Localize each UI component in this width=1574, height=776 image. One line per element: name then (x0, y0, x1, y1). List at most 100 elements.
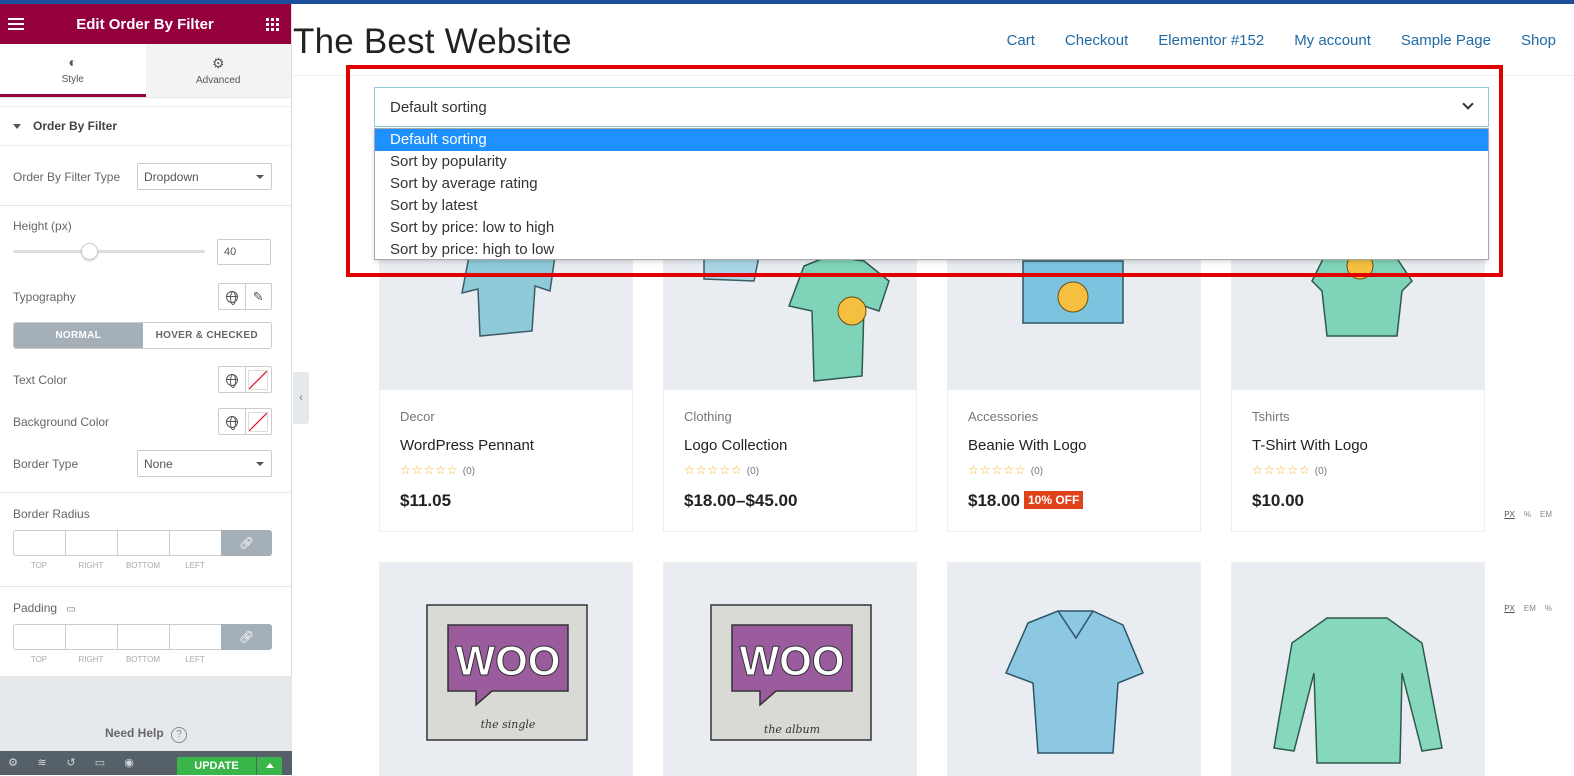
price-value: $18.00 (968, 491, 1020, 510)
rating-count: (0) (1030, 466, 1044, 477)
dim-label-right: RIGHT (78, 561, 104, 570)
tab-hover-checked[interactable]: HOVER & CHECKED (142, 323, 271, 348)
polo-shirt-image (1004, 610, 1144, 754)
history-icon[interactable]: ↺ (64, 756, 78, 770)
update-button[interactable]: UPDATE (177, 757, 256, 775)
product-image[interactable]: WOO the single (380, 563, 632, 776)
dim-label-left: LEFT (185, 655, 205, 664)
sale-badge: 10% OFF (1024, 491, 1084, 509)
panel-title: Edit Order By Filter (76, 15, 214, 33)
nav-my-account[interactable]: My account (1294, 32, 1371, 49)
product-category: Tshirts (1252, 409, 1290, 424)
padding-right-input[interactable] (65, 624, 117, 650)
stars-glyphs: ☆☆☆☆☆ (968, 463, 1027, 477)
dim-label-top: TOP (30, 655, 48, 664)
height-slider-track[interactable] (13, 250, 205, 253)
help-question-icon: ? (171, 727, 188, 743)
globe-icon (225, 290, 238, 305)
radius-top-input[interactable] (13, 530, 65, 556)
unit-em[interactable]: EM (1524, 604, 1536, 613)
orderby-option-default[interactable]: Default sorting (375, 129, 1488, 151)
need-help-link[interactable]: Need Help ? (0, 726, 292, 743)
radius-bottom-input[interactable] (117, 530, 169, 556)
rating-count: (0) (462, 466, 476, 477)
product-card[interactable]: WOO the single (379, 562, 633, 776)
hamburger-menu-icon[interactable] (8, 18, 24, 30)
padding-left-input[interactable] (169, 624, 221, 650)
orderby-option-latest[interactable]: Sort by latest (375, 195, 1488, 217)
global-color-button[interactable] (219, 367, 245, 392)
filter-type-select[interactable]: Dropdown (137, 163, 272, 190)
link-values-button[interactable]: 🔗︎ (221, 624, 272, 650)
edit-typography-button[interactable]: ✎ (244, 284, 272, 309)
panel-tabs: ◐ Style ⚙ Advanced (0, 44, 291, 98)
unit-percent[interactable]: % (1524, 510, 1531, 519)
settings-icon[interactable]: ⚙ (6, 756, 20, 770)
stars-glyphs: ☆☆☆☆☆ (684, 463, 743, 477)
border-radius-units: PX % EM (1504, 510, 1552, 519)
nav-shop[interactable]: Shop (1521, 32, 1556, 49)
bg-color-picker[interactable] (244, 409, 272, 434)
product-image[interactable]: WOO the album (664, 563, 916, 776)
dim-label-bottom: BOTTOM (125, 561, 161, 570)
padding-bottom-input[interactable] (117, 624, 169, 650)
product-price: $10.00 (1252, 491, 1304, 510)
link-values-button[interactable]: 🔗︎ (221, 530, 272, 556)
product-name[interactable]: Logo Collection (684, 437, 787, 454)
height-input[interactable]: 40 (217, 239, 271, 265)
link-icon: 🔗︎ (238, 536, 255, 550)
nav-elementor-152[interactable]: Elementor #152 (1158, 32, 1264, 49)
global-color-button[interactable] (219, 409, 245, 434)
collapse-panel-button[interactable]: ‹ (293, 372, 309, 424)
orderby-options-list: Default sorting Sort by popularity Sort … (374, 128, 1489, 260)
unit-px[interactable]: PX (1504, 604, 1515, 613)
responsive-mode-icon[interactable]: ▭ (93, 756, 107, 770)
unit-em[interactable]: EM (1540, 510, 1552, 519)
orderby-option-price-desc[interactable]: Sort by price: high to low (375, 239, 1488, 261)
unit-px[interactable]: PX (1504, 510, 1515, 519)
radius-left-input[interactable] (169, 530, 221, 556)
main-nav: Cart Checkout Elementor #152 My account … (1007, 32, 1556, 49)
orderby-option-rating[interactable]: Sort by average rating (375, 173, 1488, 195)
update-options-caret-icon[interactable] (257, 757, 282, 775)
section-order-by-filter[interactable]: Order By Filter (0, 106, 291, 146)
nav-sample-page[interactable]: Sample Page (1401, 32, 1491, 49)
navigator-layers-icon[interactable]: ≋ (35, 756, 49, 770)
desktop-icon[interactable]: ▭ (66, 604, 75, 615)
padding-inputs: 🔗︎ (13, 624, 272, 650)
empty-color-swatch-icon (248, 411, 269, 432)
orderby-option-price-asc[interactable]: Sort by price: low to high (375, 217, 1488, 239)
pencil-icon: ✎ (252, 288, 264, 304)
orderby-select[interactable]: Default sorting (374, 87, 1489, 127)
widgets-grid-icon[interactable] (266, 17, 279, 31)
tab-advanced[interactable]: ⚙ Advanced (145, 44, 291, 97)
global-typography-button[interactable] (219, 284, 245, 309)
dim-label-right: RIGHT (78, 655, 104, 664)
dim-label-top: TOP (30, 561, 48, 570)
height-slider-handle[interactable] (81, 243, 98, 260)
product-card[interactable] (1231, 562, 1485, 776)
border-type-select[interactable]: None (137, 450, 272, 477)
site-title[interactable]: The Best Website (293, 22, 572, 62)
border-radius-inputs: 🔗︎ (13, 530, 272, 556)
product-image[interactable] (1232, 563, 1484, 776)
padding-top-input[interactable] (13, 624, 65, 650)
state-toggle: NORMAL HOVER & CHECKED (13, 322, 272, 349)
product-name[interactable]: T-Shirt With Logo (1252, 437, 1368, 454)
tab-normal[interactable]: NORMAL (14, 323, 143, 348)
tab-style[interactable]: ◐ Style (0, 44, 146, 97)
product-image[interactable] (948, 563, 1200, 776)
product-card[interactable]: WOO the album (663, 562, 917, 776)
unit-percent[interactable]: % (1545, 604, 1552, 613)
radius-right-input[interactable] (65, 530, 117, 556)
nav-checkout[interactable]: Checkout (1065, 32, 1128, 49)
nav-cart[interactable]: Cart (1007, 32, 1035, 49)
product-name[interactable]: WordPress Pennant (400, 437, 534, 454)
product-card[interactable] (947, 562, 1201, 776)
preview-eye-icon[interactable]: ◉ (122, 756, 136, 770)
stars-glyphs: ☆☆☆☆☆ (1252, 463, 1311, 477)
orderby-option-popularity[interactable]: Sort by popularity (375, 151, 1488, 173)
product-name[interactable]: Beanie With Logo (968, 437, 1086, 454)
need-help-label: Need Help (104, 726, 164, 740)
text-color-picker[interactable] (244, 367, 272, 392)
